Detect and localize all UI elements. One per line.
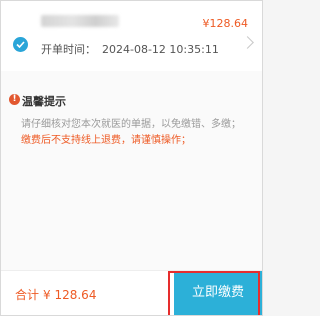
payment-page: ¥128.64 开单时间： 2024-08-12 10:35:11 ! 温馨提示 … bbox=[0, 0, 263, 316]
checkout-bar: 合计 ¥ 128.64 立即缴费 bbox=[1, 270, 262, 315]
notice-line: 请仔细核对您本次就医的单据，以免缴错、多缴； bbox=[21, 119, 241, 130]
open-time-label: 开单时间： bbox=[41, 43, 96, 56]
pay-now-button[interactable]: 立即缴费 bbox=[174, 271, 262, 315]
bill-amount: ¥128.64 bbox=[202, 17, 249, 30]
selected-check-icon[interactable] bbox=[13, 37, 28, 52]
total-label: 合计 bbox=[15, 288, 40, 302]
notice-title: 温馨提示 bbox=[22, 95, 66, 108]
bill-name-redacted bbox=[41, 15, 119, 27]
chevron-right-icon[interactable] bbox=[241, 36, 254, 49]
open-time: 开单时间： 2024-08-12 10:35:11 bbox=[41, 41, 219, 57]
total: 合计 ¥ 128.64 bbox=[15, 286, 96, 303]
warning-icon: ! bbox=[9, 94, 20, 105]
bill-card[interactable]: ¥128.64 开单时间： 2024-08-12 10:35:11 bbox=[1, 1, 262, 71]
notice-warning-line: 缴费后不支持线上退费，请谨慎操作； bbox=[21, 135, 191, 146]
open-time-value: 2024-08-12 10:35:11 bbox=[102, 43, 219, 56]
total-amount: ¥ 128.64 bbox=[43, 288, 97, 302]
